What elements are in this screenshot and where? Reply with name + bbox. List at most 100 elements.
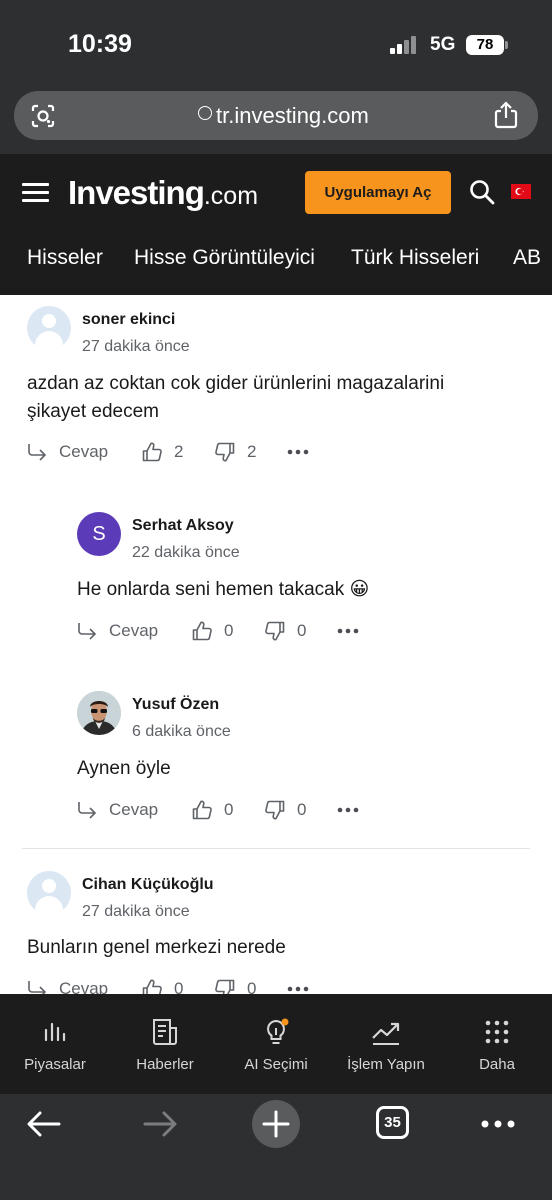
site-logo[interactable]: Investing.com xyxy=(68,174,258,212)
news-icon xyxy=(153,1019,177,1045)
more-options-button[interactable] xyxy=(337,619,359,643)
nav-label: Daha xyxy=(479,1056,515,1073)
more-dots-icon xyxy=(337,807,359,813)
reply-icon xyxy=(28,444,47,461)
back-arrow-icon[interactable] xyxy=(27,1111,61,1137)
avatar[interactable]: S xyxy=(77,512,121,556)
ai-bulb-icon xyxy=(267,1018,289,1044)
tab-hisse-goruntuleyici[interactable]: Hisse Görüntüleyici xyxy=(134,246,315,270)
dislike-button[interactable]: 2 xyxy=(215,440,256,464)
comment-text-line: şikayet edecem xyxy=(27,401,160,422)
more-options-button[interactable] xyxy=(287,440,309,464)
site-header: Investing.com Uygulamayı Aç Hisseler His… xyxy=(0,154,552,295)
comment-divider xyxy=(22,848,530,849)
comment: Cihan Küçükoğlu 27 dakika önce Bunların … xyxy=(27,871,527,994)
new-tab-plus-icon[interactable] xyxy=(251,1099,301,1149)
category-tabs: Hisseler Hisse Görüntüleyici Türk Hissel… xyxy=(0,246,552,284)
reply-icon xyxy=(78,623,97,640)
menu-icon[interactable] xyxy=(22,183,49,203)
reply-icon xyxy=(78,802,97,819)
tab-hisseler[interactable]: Hisseler xyxy=(27,246,103,270)
nav-piyasalar[interactable]: Piyasalar xyxy=(0,1016,110,1073)
comment-author[interactable]: Serhat Aksoy xyxy=(132,517,234,535)
reply-icon xyxy=(28,981,47,994)
battery-icon: 78 xyxy=(466,35,504,55)
comment: soner ekinci 27 dakika önce azdan az cok… xyxy=(27,306,527,476)
reply-label: Cevap xyxy=(59,442,109,461)
like-count: 0 xyxy=(224,621,234,640)
forward-arrow-icon[interactable] xyxy=(143,1111,177,1137)
status-bar: 10:39 5G 78 xyxy=(0,0,552,88)
reply-label: Cevap xyxy=(109,800,159,819)
dislike-count: 2 xyxy=(247,442,257,461)
open-app-button[interactable]: Uygulamayı Aç xyxy=(305,171,451,214)
lens-icon[interactable] xyxy=(30,103,56,129)
comment-text-line: azdan az coktan cok gider ürünlerini mag… xyxy=(27,373,445,394)
comment-time: 22 dakika önce xyxy=(132,544,240,561)
logo-suffix: .com xyxy=(203,182,259,210)
cell-signal-icon xyxy=(390,36,420,54)
address-bar[interactable]: tr.investing.com xyxy=(14,91,538,140)
nav-label: Piyasalar xyxy=(24,1056,86,1073)
app-bottom-nav: Piyasalar Haberler AI Seçimi İşlem Yapın… xyxy=(0,994,552,1094)
comment-author[interactable]: Yusuf Özen xyxy=(132,696,219,714)
nav-label: İşlem Yapın xyxy=(347,1056,425,1073)
comment-time: 6 dakika önce xyxy=(132,723,231,740)
dislike-button[interactable]: 0 xyxy=(215,977,256,994)
reply-button[interactable]: Cevap xyxy=(77,798,158,822)
url-host: tr.investing.com xyxy=(216,103,369,128)
like-count: 2 xyxy=(174,442,184,461)
dislike-count: 0 xyxy=(297,621,307,640)
comment-reply: S Serhat Aksoy 22 dakika önce He onlarda… xyxy=(77,512,527,642)
tab-count-button[interactable]: 35 xyxy=(376,1106,409,1139)
site-info-icon[interactable] xyxy=(198,106,212,120)
comment-actions: Cevap 0 0 xyxy=(77,798,397,822)
comment-author[interactable]: soner ekinci xyxy=(82,311,175,329)
like-button[interactable]: 2 xyxy=(142,440,183,464)
more-grid-icon xyxy=(485,1020,509,1044)
more-dots-icon xyxy=(287,986,309,992)
nav-haberler[interactable]: Haberler xyxy=(110,1016,220,1073)
thumbs-up-icon xyxy=(192,621,212,641)
nav-ai-secimi[interactable]: AI Seçimi xyxy=(221,1016,331,1073)
thumbs-down-icon xyxy=(265,621,285,641)
tab-ab[interactable]: AB xyxy=(513,246,541,270)
url-display[interactable]: tr.investing.com xyxy=(198,103,369,129)
dislike-count: 0 xyxy=(297,800,307,819)
more-options-button[interactable] xyxy=(287,977,309,994)
share-icon[interactable] xyxy=(493,101,519,129)
search-icon[interactable] xyxy=(469,179,495,205)
avatar[interactable] xyxy=(77,691,121,735)
avatar[interactable] xyxy=(27,306,71,350)
reply-label: Cevap xyxy=(109,621,159,640)
comment-reply: Yusuf Özen 6 dakika önce Aynen öyle Ceva… xyxy=(77,691,527,821)
comment-actions: Cevap 2 2 xyxy=(27,440,347,464)
browser-menu-dots-icon[interactable] xyxy=(481,1120,515,1128)
browser-toolbar: 35 xyxy=(0,1094,552,1200)
reply-label: Cevap xyxy=(59,979,109,994)
reply-button[interactable]: Cevap xyxy=(77,619,158,643)
turkey-flag-icon[interactable] xyxy=(511,184,531,199)
comment-text: Bunların genel merkezi nerede xyxy=(27,937,286,958)
like-button[interactable]: 0 xyxy=(192,619,233,643)
comment-text: He onlarda seni hemen takacak 😀 xyxy=(77,579,370,600)
dislike-button[interactable]: 0 xyxy=(265,619,306,643)
avatar[interactable] xyxy=(27,871,71,915)
like-button[interactable]: 0 xyxy=(192,798,233,822)
dislike-button[interactable]: 0 xyxy=(265,798,306,822)
battery-nub xyxy=(505,41,508,49)
reply-button[interactable]: Cevap xyxy=(27,977,108,994)
tab-turk-hisseleri[interactable]: Türk Hisseleri xyxy=(351,246,479,270)
comment-time: 27 dakika önce xyxy=(82,903,190,920)
user-photo-icon xyxy=(77,691,121,735)
more-dots-icon xyxy=(287,449,309,455)
thumbs-up-icon xyxy=(192,800,212,820)
trade-trend-icon xyxy=(372,1022,400,1045)
comment-author[interactable]: Cihan Küçükoğlu xyxy=(82,876,214,894)
nav-islem-yapin[interactable]: İşlem Yapın xyxy=(331,1016,441,1073)
reply-button[interactable]: Cevap xyxy=(27,440,108,464)
nav-daha[interactable]: Daha xyxy=(442,1016,552,1073)
like-button[interactable]: 0 xyxy=(142,977,183,994)
dislike-count: 0 xyxy=(247,979,257,994)
more-options-button[interactable] xyxy=(337,798,359,822)
